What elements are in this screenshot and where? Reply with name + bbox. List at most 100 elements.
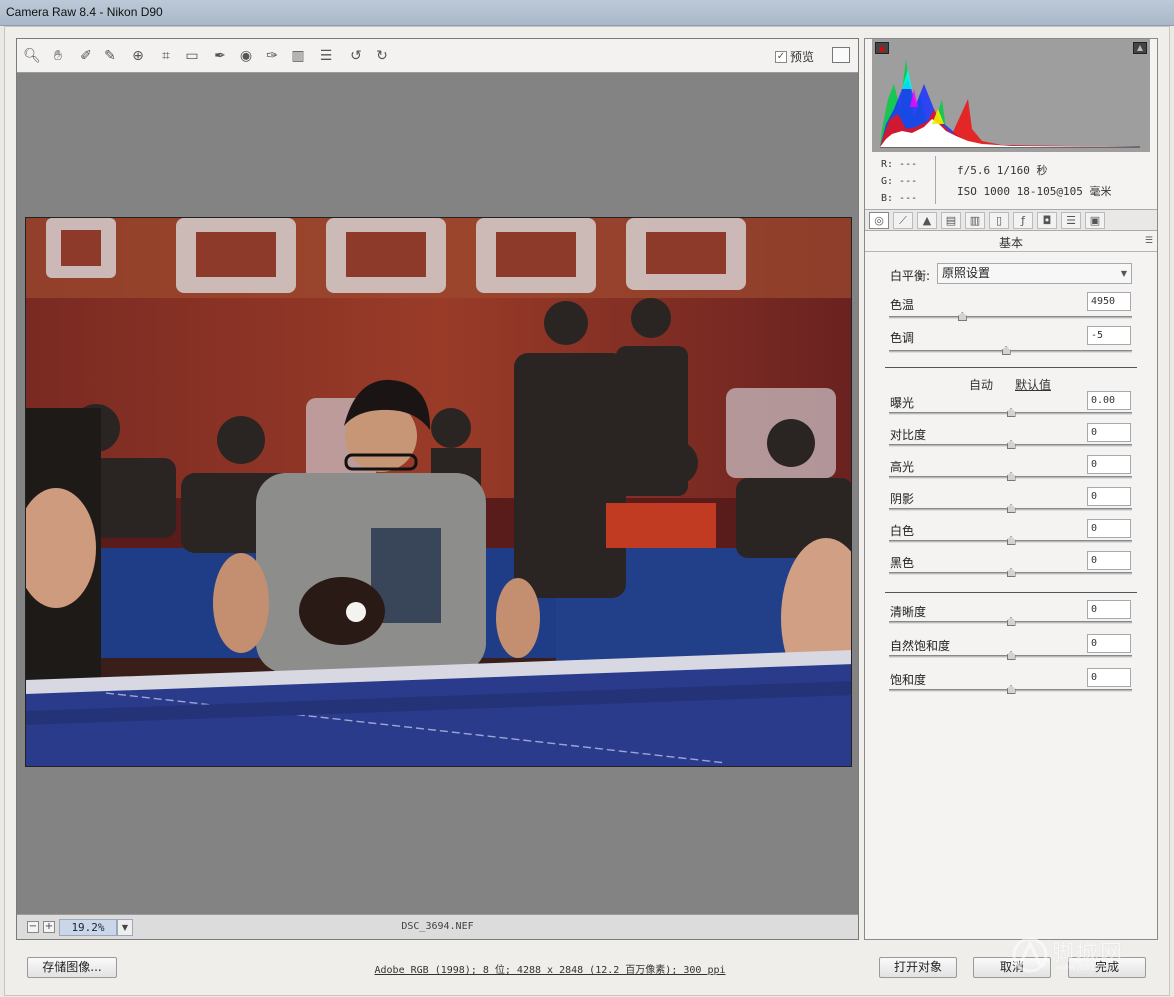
section-title: 基本 <box>998 236 1023 250</box>
rotate-cw-icon[interactable]: ↻ <box>373 47 391 65</box>
vibrance-label: 自然饱和度 <box>890 639 951 653</box>
iso-lens-info: ISO 1000 18-105@105 毫米 <box>957 185 1112 198</box>
tint-label: 色调 <box>890 331 915 345</box>
tint-slider-thumb[interactable] <box>1001 346 1011 355</box>
lens-icon[interactable]: ▯ <box>989 212 1009 229</box>
fx-icon[interactable]: ƒ <box>1013 212 1033 229</box>
basic-icon[interactable]: ◎ <box>869 212 889 229</box>
highlights-field[interactable]: 0 <box>1087 455 1131 474</box>
targeted-adjustment-icon[interactable]: ⊕ <box>129 47 147 65</box>
vibrance-slider[interactable] <box>889 651 1132 660</box>
shadows-slider-thumb[interactable] <box>1006 504 1016 513</box>
white-balance-label: 白平衡: <box>890 269 931 283</box>
white-balance-select[interactable]: 原照设置 ▼ <box>937 263 1132 284</box>
status-bar: − + 19.2% ▼ DSC_3694.NEF <box>17 914 858 939</box>
file-name: DSC_3694.NEF <box>401 921 474 932</box>
blacks-field[interactable]: 0 <box>1087 551 1131 570</box>
group-divider <box>885 367 1137 368</box>
fullscreen-icon[interactable] <box>832 47 850 63</box>
exposure-field[interactable]: 0.00 <box>1087 391 1131 410</box>
chevron-down-icon: ▼ <box>1120 269 1127 278</box>
clarity-slider-thumb[interactable] <box>1006 617 1016 626</box>
detail-icon[interactable]: ▲ <box>917 212 937 229</box>
exposure-label: 曝光 <box>890 396 915 410</box>
preferences-icon[interactable]: ☰ <box>317 47 335 65</box>
white-balance-value: 原照设置 <box>942 266 991 280</box>
auto-link[interactable]: 自动 <box>969 376 993 393</box>
preview-toggle[interactable]: ✓ 预览 <box>775 48 814 65</box>
rotate-ccw-icon[interactable]: ↺ <box>347 47 365 65</box>
shadows-field[interactable]: 0 <box>1087 487 1131 506</box>
histogram-graph <box>880 59 1140 148</box>
red-readout: R: --- <box>881 159 918 170</box>
preview-label: 预览 <box>790 50 815 64</box>
saturation-slider[interactable] <box>889 685 1132 694</box>
temperature-label: 色温 <box>890 298 915 312</box>
zoom-icon[interactable]: 🔍︎ <box>23 47 41 65</box>
hsl-icon[interactable]: ▤ <box>941 212 961 229</box>
open-object-button[interactable]: 打开对象 <box>879 957 957 978</box>
rgb-readout: R: --- G: --- B: --- <box>881 156 917 207</box>
clarity-label: 清晰度 <box>890 605 927 619</box>
straighten-icon[interactable]: ▭ <box>183 47 201 65</box>
highlights-slider-thumb[interactable] <box>1006 472 1016 481</box>
tint-slider[interactable] <box>889 346 1132 355</box>
white-balance-icon[interactable]: ✐ <box>77 47 95 65</box>
adjustment-brush-icon[interactable]: ✑ <box>263 47 281 65</box>
saturation-field[interactable]: 0 <box>1087 668 1131 687</box>
hand-icon[interactable]: ✋︎ <box>49 47 67 65</box>
red-eye-icon[interactable]: ◉ <box>237 47 255 65</box>
whites-slider[interactable] <box>889 536 1132 545</box>
exposure-slider[interactable] <box>889 408 1132 417</box>
panel-menu-icon[interactable]: ☰ <box>1145 236 1153 246</box>
exif-separator <box>935 156 936 204</box>
blacks-slider-thumb[interactable] <box>1006 568 1016 577</box>
workflow-options-link[interactable]: Adobe RGB (1998); 8 位; 4288 x 2848 (12.2… <box>340 961 760 976</box>
tint-field[interactable]: -5 <box>1087 326 1131 345</box>
graduated-filter-icon[interactable]: ▥ <box>289 47 307 65</box>
contrast-slider-thumb[interactable] <box>1006 440 1016 449</box>
color-sampler-icon[interactable]: ✎ <box>101 47 119 65</box>
vibrance-slider-thumb[interactable] <box>1006 651 1016 660</box>
tone-curve-icon[interactable]: ⟋ <box>893 212 913 229</box>
temperature-field[interactable]: 4950 <box>1087 292 1131 311</box>
exposure-info: f/5.6 1/160 秒 <box>957 164 1048 177</box>
default-link[interactable]: 默认值 <box>1015 376 1051 393</box>
exposure-slider-thumb[interactable] <box>1006 408 1016 417</box>
shadows-label: 阴影 <box>890 492 915 506</box>
clarity-field[interactable]: 0 <box>1087 600 1131 619</box>
whites-label: 白色 <box>890 524 915 538</box>
preview-area: 🔍︎ ✋︎ ✐ ✎ ⊕ ⌗ ▭ ✒ ◉ ✑ ▥ ☰ ↺ ↻ ✓ 预览 − + 1… <box>16 38 859 940</box>
group-divider <box>885 592 1137 593</box>
blacks-slider[interactable] <box>889 568 1132 577</box>
crop-icon[interactable]: ⌗ <box>157 47 175 65</box>
watermark-logo-icon <box>1012 937 1048 973</box>
save-image-button[interactable]: 存储图像... <box>27 957 117 978</box>
split-toning-icon[interactable]: ▥ <box>965 212 985 229</box>
saturation-slider-thumb[interactable] <box>1006 685 1016 694</box>
vibrance-field[interactable]: 0 <box>1087 634 1131 653</box>
green-readout: G: --- <box>881 176 918 187</box>
snapshots-icon[interactable]: ▣ <box>1085 212 1105 229</box>
adjustments-panel: R: --- G: --- B: --- f/5.6 1/160 秒 ISO 1… <box>864 38 1158 940</box>
contrast-label: 对比度 <box>890 428 927 442</box>
temperature-slider[interactable] <box>889 312 1132 321</box>
spot-removal-icon[interactable]: ✒ <box>211 47 229 65</box>
contrast-slider[interactable] <box>889 440 1132 449</box>
highlights-slider[interactable] <box>889 472 1132 481</box>
camera-calibration-icon[interactable]: ◘ <box>1037 212 1057 229</box>
presets-icon[interactable]: ☰ <box>1061 212 1081 229</box>
whites-field[interactable]: 0 <box>1087 519 1131 538</box>
saturation-label: 饱和度 <box>890 673 927 687</box>
temperature-slider-thumb[interactable] <box>957 312 967 321</box>
watermark: 脚城网 www.jb51.net <box>1010 935 1160 975</box>
contrast-field[interactable]: 0 <box>1087 423 1131 442</box>
blacks-label: 黑色 <box>890 556 915 570</box>
preview-checkbox[interactable]: ✓ <box>775 50 787 63</box>
preview-image[interactable] <box>25 217 852 767</box>
shadows-slider[interactable] <box>889 504 1132 513</box>
blue-readout: B: --- <box>881 193 918 204</box>
histogram <box>872 39 1150 152</box>
clarity-slider[interactable] <box>889 617 1132 626</box>
whites-slider-thumb[interactable] <box>1006 536 1016 545</box>
